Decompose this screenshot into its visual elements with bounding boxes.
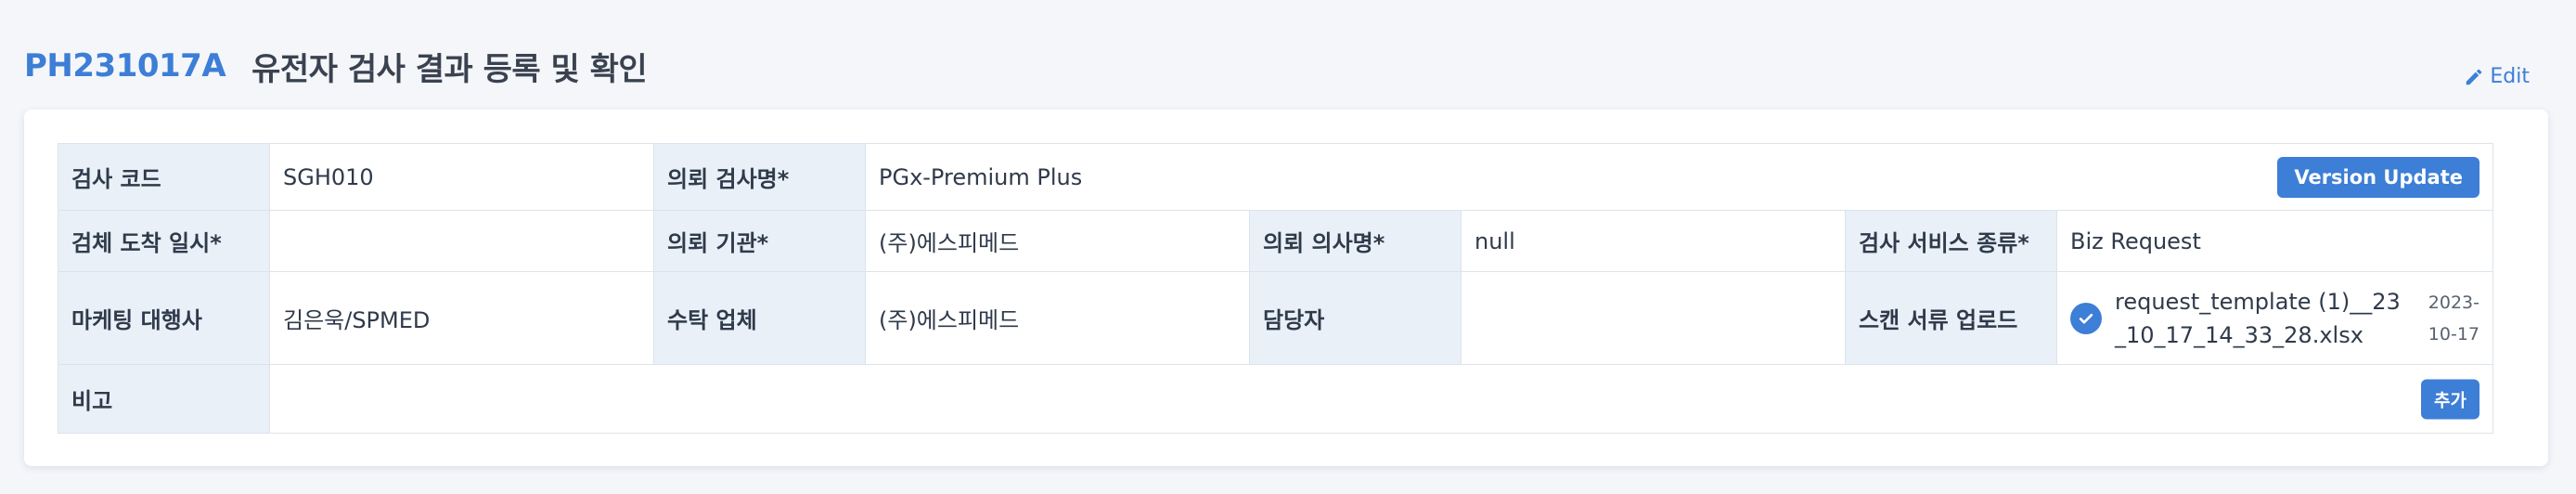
scan-upload-cell: request_template (1)__23_10_17_14_33_28.… (2055, 271, 2494, 365)
remarks-cell: 추가 (268, 364, 2494, 434)
specimen-arrival-value (269, 210, 654, 272)
table-row: 검체 도착 일시* 의뢰 기관* (주)에스피메드 의뢰 의사명* null 검… (58, 210, 2494, 272)
page-id: PH231017A (24, 47, 226, 84)
table-row: 비고 추가 (58, 364, 2494, 434)
requesting-doctor-value: null (1461, 210, 1846, 272)
uploaded-file[interactable]: request_template (1)__23_10_17_14_33_28.… (2070, 285, 2479, 352)
requesting-doctor-label: 의뢰 의사명* (1249, 210, 1462, 272)
marketing-agency-value: 김은욱/SPMED (269, 271, 654, 365)
service-type-label: 검사 서비스 종류* (1845, 210, 2057, 272)
contractor-label: 수탁 업체 (653, 271, 866, 365)
manager-label: 담당자 (1249, 271, 1462, 365)
page-header: PH231017A 유전자 검사 결과 등록 및 확인 (24, 43, 648, 89)
test-code-value: SGH010 (269, 143, 654, 211)
requested-test-name-value: PGx-Premium Plus (879, 163, 1083, 190)
marketing-agency-label: 마케팅 대행사 (58, 271, 270, 365)
info-table: 검사 코드 SGH010 의뢰 검사명* PGx-Premium Plus Ve… (58, 143, 2494, 434)
page-title: 유전자 검사 결과 등록 및 확인 (251, 50, 648, 88)
test-code-label: 검사 코드 (58, 143, 270, 211)
remarks-label: 비고 (58, 364, 270, 434)
pencil-icon (2467, 69, 2482, 84)
requested-test-name-cell: PGx-Premium Plus Version Update (864, 143, 2494, 211)
specimen-arrival-label: 검체 도착 일시* (58, 210, 270, 272)
info-card: 검사 코드 SGH010 의뢰 검사명* PGx-Premium Plus Ve… (24, 110, 2548, 466)
file-name[interactable]: request_template (1)__23_10_17_14_33_28.… (2115, 285, 2411, 352)
contractor-value: (주)에스피메드 (865, 271, 1250, 365)
check-circle-icon (2070, 302, 2102, 334)
edit-link[interactable]: Edit (2464, 65, 2530, 88)
add-button[interactable]: 추가 (2421, 379, 2480, 419)
edit-label: Edit (2490, 65, 2530, 88)
file-date: 2023-10-17 (2428, 292, 2480, 344)
manager-value (1461, 271, 1846, 365)
version-update-button[interactable]: Version Update (2277, 156, 2480, 198)
service-type-value: Biz Request (2055, 210, 2494, 272)
requested-test-name-label: 의뢰 검사명* (653, 143, 866, 211)
scan-upload-label: 스캔 서류 업로드 (1845, 271, 2057, 365)
requesting-institution-label: 의뢰 기관* (653, 210, 866, 272)
table-row: 검사 코드 SGH010 의뢰 검사명* PGx-Premium Plus Ve… (58, 143, 2494, 211)
requesting-institution-value: (주)에스피메드 (865, 210, 1250, 272)
table-row: 마케팅 대행사 김은욱/SPMED 수탁 업체 (주)에스피메드 담당자 스캔 … (58, 271, 2494, 365)
